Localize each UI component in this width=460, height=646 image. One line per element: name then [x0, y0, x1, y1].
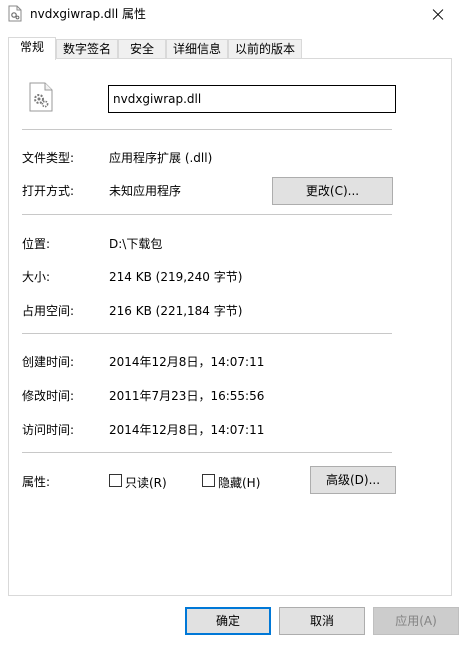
ok-button[interactable]: 确定 [185, 607, 271, 635]
tab-general[interactable]: 常规 [8, 37, 56, 60]
location-value: D:\下载包 [109, 237, 163, 251]
dll-gear-file-icon [29, 82, 53, 112]
change-button[interactable]: 更改(C)... [272, 177, 393, 205]
location-label: 位置: [22, 237, 51, 251]
close-icon[interactable] [414, 0, 460, 30]
tab-security[interactable]: 安全 [118, 39, 166, 59]
created-label: 创建时间: [22, 355, 75, 369]
file-type-label: 文件类型: [22, 151, 75, 165]
attributes-label: 属性: [22, 475, 51, 489]
tab-digital-signatures[interactable]: 数字签名 [56, 39, 118, 59]
accessed-label: 访问时间: [22, 423, 75, 437]
separator [22, 333, 392, 334]
apply-button[interactable]: 应用(A) [373, 607, 459, 635]
window-title: nvdxgiwrap.dll 属性 [30, 7, 147, 21]
hidden-checkbox[interactable] [202, 474, 215, 487]
readonly-label[interactable]: 只读(R) [125, 474, 167, 491]
separator [22, 452, 392, 453]
open-with-value: 未知应用程序 [109, 184, 182, 198]
hidden-label[interactable]: 隐藏(H) [218, 474, 260, 491]
file-type-value: 应用程序扩展 (.dll) [109, 151, 213, 165]
title-bar: nvdxgiwrap.dll 属性 [0, 0, 460, 30]
file-name-input[interactable] [108, 85, 396, 113]
modified-label: 修改时间: [22, 389, 75, 403]
size-label: 大小: [22, 270, 51, 284]
cancel-button[interactable]: 取消 [279, 607, 365, 635]
advanced-button[interactable]: 高级(D)... [310, 466, 396, 494]
separator [22, 129, 392, 130]
size-on-disk-value: 216 KB (221,184 字节) [109, 304, 243, 318]
modified-value: 2011年7月23日，16:55:56 [109, 389, 265, 403]
open-with-label: 打开方式: [22, 184, 75, 198]
general-panel: 文件类型: 应用程序扩展 (.dll) 打开方式: 未知应用程序 更改(C)..… [8, 58, 452, 596]
separator [22, 214, 392, 215]
size-value: 214 KB (219,240 字节) [109, 270, 243, 284]
created-value: 2014年12月8日，14:07:11 [109, 355, 265, 369]
dll-file-icon [8, 5, 22, 22]
size-on-disk-label: 占用空间: [22, 304, 75, 318]
accessed-value: 2014年12月8日，14:07:11 [109, 423, 265, 437]
readonly-checkbox[interactable] [109, 474, 122, 487]
tab-previous-versions[interactable]: 以前的版本 [228, 39, 302, 59]
tab-bar: 常规 数字签名 安全 详细信息 以前的版本 [8, 37, 452, 60]
tab-details[interactable]: 详细信息 [166, 39, 228, 59]
